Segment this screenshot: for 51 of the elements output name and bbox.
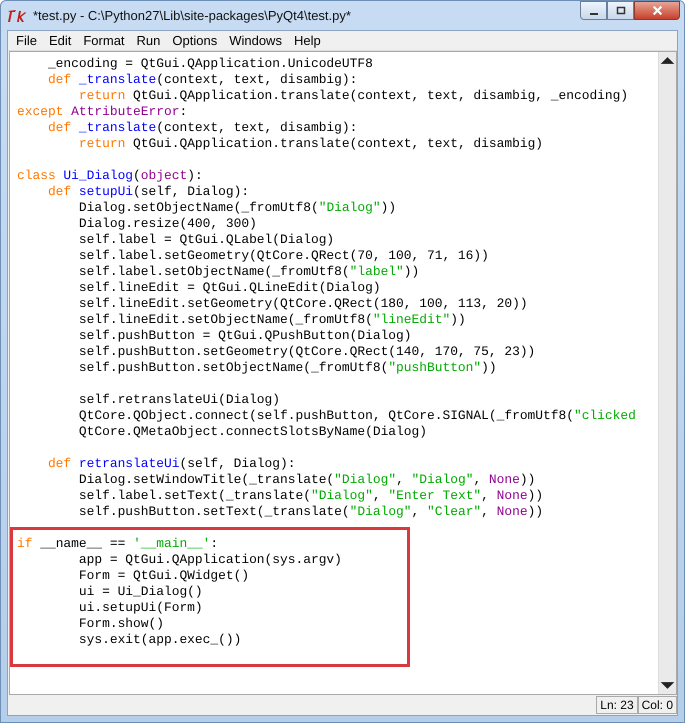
code-line: Form.show()	[78, 616, 164, 631]
code-line: self.label = QtGui.QLabel(Dialog)	[78, 232, 334, 247]
code-line: self.label.setText(_translate("Dialog", "Enter Text", None))	[78, 488, 544, 503]
code-line: Dialog.setObjectName(_fromUtf8("Dialog"))	[78, 200, 396, 215]
code-line: self.retranslateUi(Dialog)	[78, 392, 280, 407]
menu-item[interactable]: Format	[77, 33, 131, 48]
window-title: *test.py - C:\Python27\Lib\site-packages\PyQt4\test.py*	[33, 8, 352, 23]
code-line: self.lineEdit.setObjectName(_fromUtf8("lineEdit"))	[78, 312, 466, 327]
code-line: def setupUi(self, Dialog):	[46, 184, 250, 199]
menu-item[interactable]: File	[10, 33, 43, 48]
code-line: self.label.setObjectName(_fromUtf8("label"))	[78, 264, 420, 279]
menu-item[interactable]: Options	[166, 33, 224, 48]
code-line: self.pushButton.setObjectName(_fromUtf8("pushButton"))	[78, 360, 497, 375]
code-line: def _translate(context, text, disambig):	[46, 120, 358, 135]
code-line: app = QtGui.QApplication(sys.argv)	[78, 552, 342, 567]
menu-item[interactable]: Run	[130, 33, 166, 48]
code-line: return QtGui.QApplication.translate(context, text, disambig)	[78, 136, 544, 151]
code-line: self.lineEdit.setGeometry(QtCore.QRect(180, 100, 113, 20))	[78, 296, 528, 311]
code-line: QtCore.QMetaObject.connectSlotsByName(Dialog)	[78, 424, 427, 439]
minimize-button[interactable]	[580, 1, 607, 20]
code-line: self.pushButton = QtGui.QPushButton(Dialog)	[78, 328, 412, 343]
code-line: self.lineEdit = QtGui.QLineEdit(Dialog)	[78, 280, 381, 295]
code-line: Dialog.setWindowTitle(_translate("Dialog", "Dialog", None))	[78, 472, 536, 487]
close-icon	[652, 5, 662, 16]
maximize-icon	[616, 6, 626, 16]
feather-logo-icon	[7, 8, 27, 24]
code-line: def _translate(context, text, disambig):	[46, 72, 358, 87]
minimize-icon	[590, 12, 598, 14]
code-line: self.label.setGeometry(QtCore.QRect(70, 100, 71, 16))	[78, 248, 489, 263]
menu-item[interactable]: Windows	[223, 33, 288, 48]
code-line: _encoding = QtGui.QApplication.UnicodeUTF8	[46, 56, 373, 71]
code-line: self.pushButton.setGeometry(QtCore.QRect(140, 170, 75, 23))	[78, 344, 536, 359]
code-line: Form = QtGui.QWidget()	[78, 568, 250, 583]
line-indicator: Ln: 23	[596, 696, 638, 714]
vertical-scrollbar[interactable]	[658, 52, 676, 694]
code-line: return QtGui.QApplication.translate(context, text, disambig, _encoding)	[78, 88, 628, 103]
column-indicator: Col: 0	[638, 696, 677, 714]
code-line: sys.exit(app.exec_())	[78, 632, 242, 647]
code-line: ui = Ui_Dialog()	[78, 584, 203, 599]
code-line: class Ui_Dialog(object):	[17, 168, 203, 183]
code-line: if __name__ == '__main__':	[17, 536, 218, 551]
close-button[interactable]	[634, 1, 680, 20]
menu-item[interactable]: Help	[288, 33, 327, 48]
menu-item[interactable]: Edit	[42, 33, 78, 48]
code-line: def retranslateUi(self, Dialog):	[46, 456, 296, 471]
code-line: except AttributeError:	[17, 104, 188, 119]
code-line: Dialog.resize(400, 300)	[78, 216, 257, 231]
maximize-button[interactable]	[607, 1, 634, 20]
code-line: self.pushButton.setText(_translate("Dialog", "Clear", None))	[78, 504, 544, 519]
code-line: ui.setupUi(Form)	[78, 600, 203, 615]
code-line: QtCore.QObject.connect(self.pushButton, QtCore.SIGNAL(_fromUtf8("clicked	[78, 408, 636, 423]
